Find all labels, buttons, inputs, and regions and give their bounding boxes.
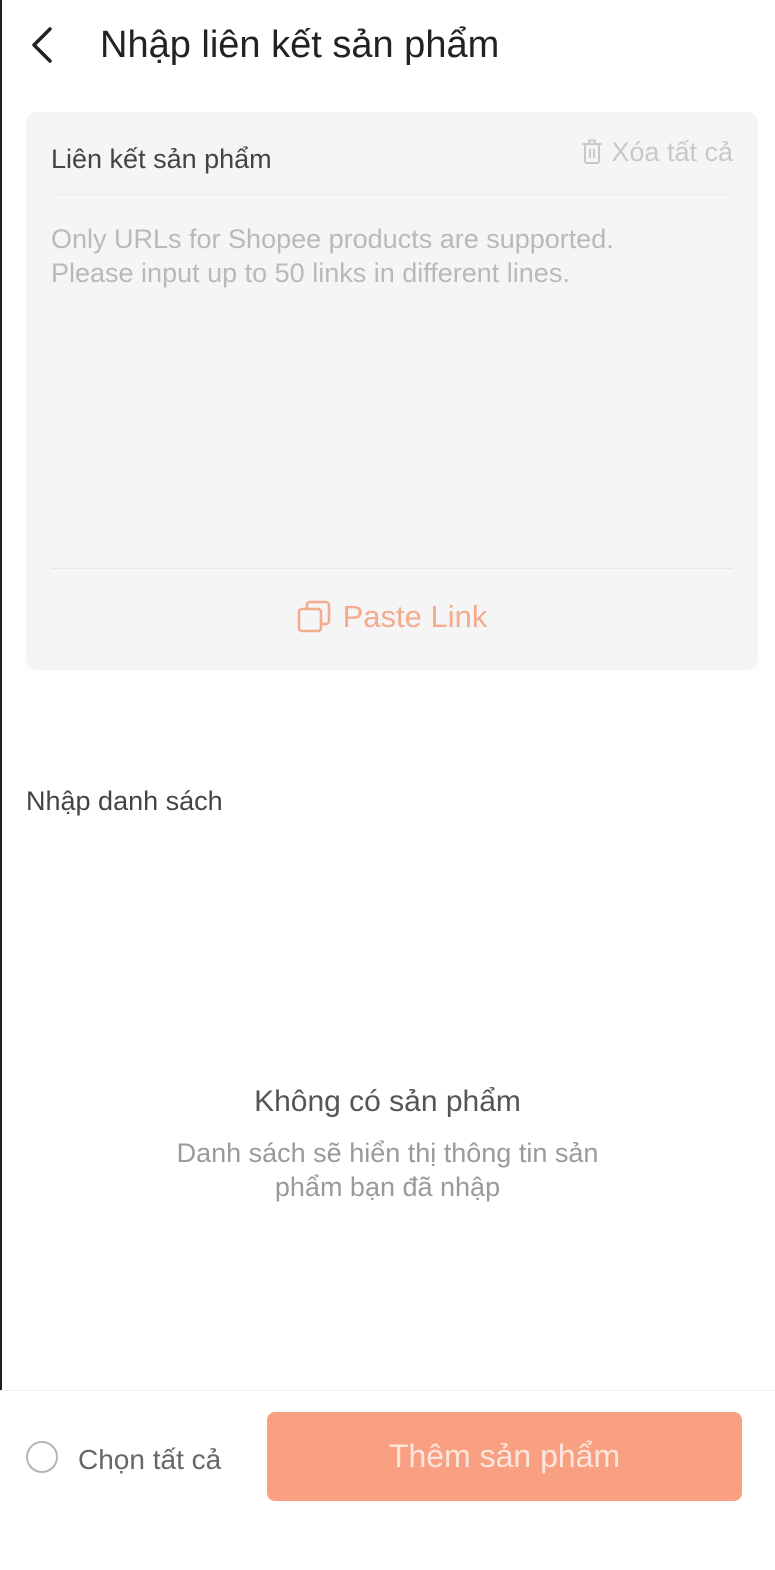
import-product-links-screen: Nhập liên kết sản phẩm Liên kết sản phẩm… [0,0,775,1570]
bottom-action-bar: Chọn tất cả Thêm sản phẩm [0,1390,775,1570]
paste-link-label: Paste Link [342,599,488,634]
copy-icon [297,600,330,633]
header: Nhập liên kết sản phẩm [0,0,775,90]
page-title: Nhập liên kết sản phẩm [100,24,500,66]
radio-circle-icon [26,1441,58,1473]
paste-link-button[interactable]: Paste Link [26,592,758,642]
product-link-label: Liên kết sản phẩm [51,144,272,174]
product-link-card: Liên kết sản phẩm Xóa tất cả Paste Link [26,112,758,670]
card-divider [51,568,733,569]
select-all-label: Chọn tất cả [78,1444,222,1475]
import-list-title: Nhập danh sách [26,786,223,816]
add-products-button[interactable]: Thêm sản phẩm [267,1412,742,1501]
card-divider [51,194,733,195]
screen-left-border [0,0,2,1570]
select-all-checkbox[interactable]: Chọn tất cả [26,1435,221,1479]
trash-icon [582,139,603,164]
back-button[interactable] [22,20,62,70]
clear-all-label: Xóa tất cả [611,136,733,167]
clear-all-button[interactable]: Xóa tất cả [581,134,733,170]
product-links-input[interactable] [51,222,733,552]
chevron-left-icon [32,27,52,63]
empty-state-title: Không có sản phẩm [254,1085,521,1118]
empty-state: Không có sản phẩm Danh sách sẽ hiển thị … [0,1082,775,1204]
empty-state-description: Danh sách sẽ hiển thị thông tin sản phẩm… [176,1138,599,1202]
